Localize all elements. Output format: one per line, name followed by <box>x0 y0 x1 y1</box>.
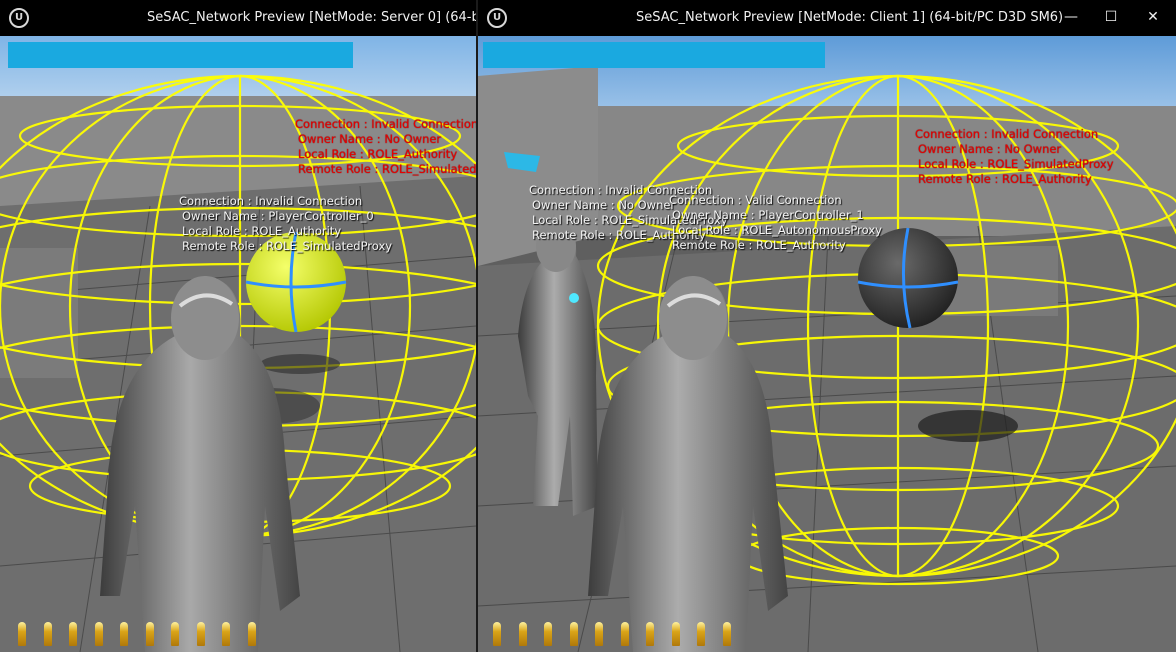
bullet-icon <box>222 622 230 646</box>
close-button[interactable]: ✕ <box>1138 4 1168 30</box>
client-health-bar <box>483 42 825 68</box>
unreal-logo-icon: U <box>487 8 507 28</box>
owner-label: Owner Name : No Owner <box>298 132 442 146</box>
local-role-label: Local Role : ROLE_Authority <box>298 147 458 161</box>
local-role-label: Local Role : ROLE_SimulatedProxy <box>918 157 1114 171</box>
connection-label: Connection : Invalid Connection <box>915 127 1099 141</box>
remote-role-label: Remote Role : ROLE_Authority <box>672 238 846 252</box>
minimize-button[interactable]: — <box>1056 4 1086 30</box>
bullet-icon <box>493 622 501 646</box>
bullet-icon <box>196 622 205 646</box>
bullet-icon <box>620 622 629 646</box>
bullet-icon <box>43 622 52 646</box>
server-player-debug-text: Connection : Invalid Connection Owner Na… <box>179 194 392 254</box>
client-ammo-counter <box>493 622 731 646</box>
server-ammo-counter <box>18 622 256 646</box>
owner-label: Owner Name : PlayerController_1 <box>672 208 864 222</box>
server-window-title: SeSAC_Network Preview [NetMode: Server 0… <box>147 10 476 25</box>
bullet-icon <box>171 622 179 646</box>
bullet-icon <box>671 622 680 646</box>
bullet-icon <box>145 622 154 646</box>
remote-role-label: Remote Role : ROLE_SimulatedProxy <box>182 239 393 253</box>
bullet-icon <box>544 622 552 646</box>
client-ball-debug-text: Connection : Invalid Connection Owner Na… <box>915 127 1114 187</box>
bullet-icon <box>69 622 77 646</box>
connection-label: Connection : Invalid Connection <box>179 194 363 208</box>
bullet-icon <box>646 622 654 646</box>
connection-label: Connection : Valid Connection <box>669 193 842 207</box>
bullet-icon <box>120 622 128 646</box>
server-preview-window[interactable]: U SeSAC_Network Preview [NetMode: Server… <box>0 0 476 652</box>
connection-label: Connection : Invalid Connection <box>295 117 476 131</box>
bullet-icon <box>697 622 705 646</box>
client-preview-window[interactable]: U SeSAC_Network Preview [NetMode: Client… <box>478 0 1176 652</box>
server-game-viewport[interactable]: Connection : Invalid Connection Owner Na… <box>0 36 476 652</box>
bullet-icon <box>722 622 731 646</box>
bullet-icon <box>595 622 603 646</box>
client-player-debug-text: Connection : Valid Connection Owner Name… <box>669 193 882 253</box>
unreal-logo-icon: U <box>9 8 29 28</box>
maximize-button[interactable]: ☐ <box>1096 4 1126 30</box>
bullet-icon <box>518 622 527 646</box>
bullet-icon <box>569 622 578 646</box>
owner-label: Owner Name : No Owner <box>918 142 1062 156</box>
remote-role-label: Remote Role : ROLE_SimulatedI <box>298 162 476 176</box>
server-title-bar[interactable]: U SeSAC_Network Preview [NetMode: Server… <box>0 0 476 36</box>
client-title-bar[interactable]: U SeSAC_Network Preview [NetMode: Client… <box>478 0 1176 36</box>
client-game-viewport[interactable]: Connection : Invalid Connection Owner Na… <box>478 36 1176 652</box>
bullet-icon <box>94 622 103 646</box>
bullet-icon <box>18 622 26 646</box>
local-role-label: Local Role : ROLE_AutonomousProxy <box>672 223 882 237</box>
server-ball-debug-text: Connection : Invalid Connection Owner Na… <box>295 117 476 177</box>
local-role-label: Local Role : ROLE_Authority <box>182 224 342 238</box>
remote-role-label: Remote Role : ROLE_Authority <box>918 172 1092 186</box>
owner-label: Owner Name : PlayerController_0 <box>182 209 374 223</box>
client-window-title: SeSAC_Network Preview [NetMode: Client 1… <box>636 10 1064 25</box>
bullet-icon <box>247 622 256 646</box>
server-health-bar <box>8 42 353 68</box>
